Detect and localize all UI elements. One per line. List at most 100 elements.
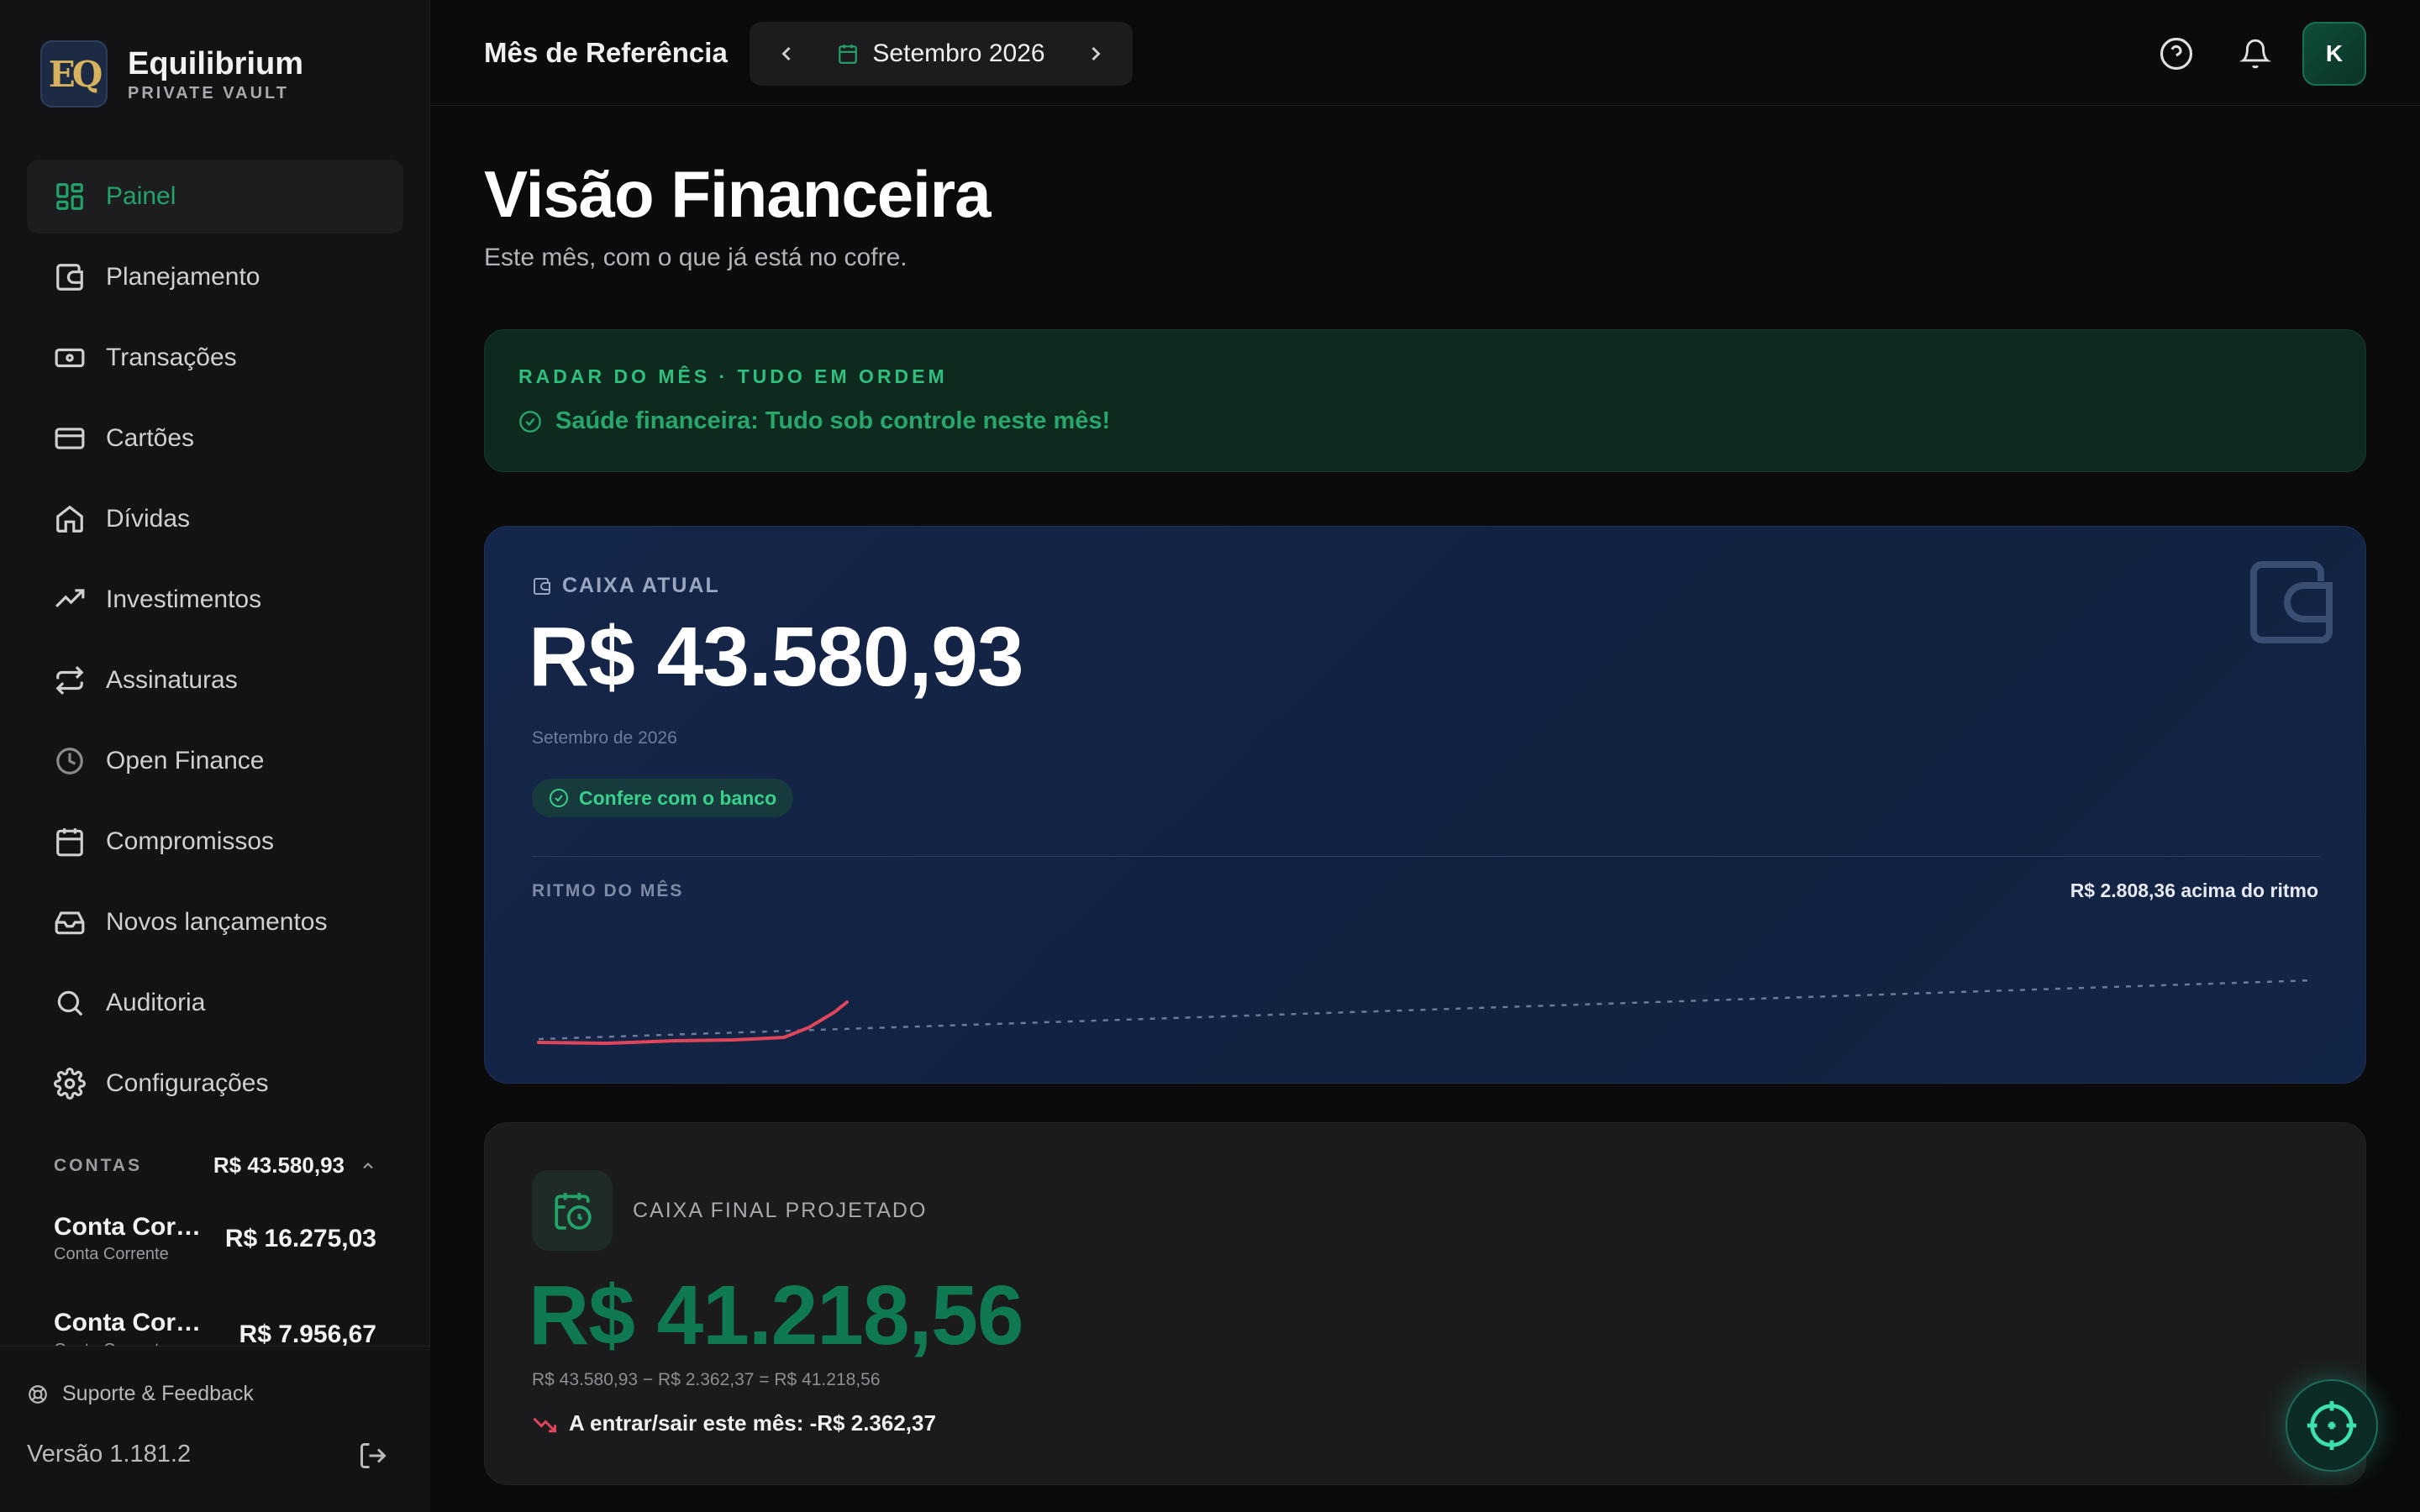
- sidebar-item-label: Investimentos: [106, 585, 262, 613]
- page-subtitle: Este mês, com o que já está no cofre.: [484, 244, 908, 271]
- sidebar-item-label: Dívidas: [106, 505, 191, 533]
- monthly-flow: A entrar/sair este mês: -R$ 2.362,37: [569, 1410, 936, 1436]
- lifebuoy-icon: [29, 1384, 47, 1404]
- radar-title: RADAR DO MÊS · TUDO EM ORDEM: [518, 365, 948, 387]
- wallet-icon: [2250, 561, 2333, 643]
- sidebar-item-label: Assinaturas: [106, 666, 238, 694]
- support-label: Suporte & Feedback: [62, 1382, 254, 1405]
- logout-button[interactable]: [358, 1441, 388, 1471]
- bank-match-badge: Confere com o banco: [532, 779, 794, 817]
- account-item[interactable]: Conta Corrente Conta Corrente R$ 16.275,…: [54, 1213, 376, 1264]
- sidebar-item-label: Painel: [106, 182, 176, 210]
- brand[interactable]: EQ Equilibrium PRIVATE VAULT: [40, 40, 303, 108]
- sidebar-item-label: Configurações: [106, 1069, 269, 1097]
- sidebar-item-planejamento[interactable]: Planejamento: [27, 240, 403, 314]
- sidebar-item-compromissos[interactable]: Compromissos: [27, 805, 403, 879]
- credit-card-icon: [55, 428, 85, 449]
- topbar: Mês de Referência Setembro 2026 K: [430, 0, 2420, 106]
- current-cash-date: Setembro de 2026: [532, 728, 677, 748]
- sidebar-item-dividas[interactable]: Dívidas: [27, 482, 403, 556]
- trending-up-icon: [55, 589, 85, 608]
- notifications-button[interactable]: [2223, 22, 2287, 86]
- dashboard-icon: [56, 183, 83, 210]
- calendar-icon: [839, 45, 858, 64]
- sidebar-item-auditoria[interactable]: Auditoria: [27, 966, 403, 1040]
- sidebar-item-painel[interactable]: Painel: [27, 160, 403, 234]
- accounts-total: R$ 43.580,93: [213, 1152, 345, 1178]
- bank-match-label: Confere com o banco: [579, 786, 777, 809]
- account-value: R$ 16.275,03: [224, 1224, 376, 1252]
- sidebar-item-label: Open Finance: [106, 747, 265, 774]
- current-cash-card: CAIXA ATUAL R$ 43.580,93 Setembro de 202…: [484, 526, 2366, 1084]
- repeat-icon: [55, 666, 84, 695]
- wallet-icon: [534, 577, 550, 595]
- projected-cash-label: CAIXA FINAL PROJETADO: [633, 1199, 928, 1222]
- support-link[interactable]: Suporte & Feedback: [27, 1382, 254, 1406]
- quick-action-button[interactable]: [2286, 1379, 2378, 1472]
- month-selector: Setembro 2026: [750, 22, 1133, 86]
- calendar-icon: [56, 828, 83, 857]
- month-pace-chart: [537, 979, 2314, 1046]
- home-icon: [56, 505, 83, 533]
- check-circle-icon: [519, 410, 541, 433]
- page-title: Visão Financeira: [484, 157, 992, 231]
- chevron-up-icon: [363, 1162, 373, 1168]
- projected-cash-formula: R$ 43.580,93 − R$ 2.362,37 = R$ 41.218,5…: [532, 1370, 881, 1389]
- sidebar-item-label: Transações: [106, 344, 237, 371]
- account-type: Conta Corrente: [54, 1245, 169, 1263]
- chevron-left-icon: [781, 46, 791, 61]
- current-cash-label: CAIXA ATUAL: [562, 574, 720, 597]
- target-icon: [2307, 1400, 2357, 1451]
- sidebar-footer: Suporte & Feedback Versão 1.181.2: [0, 1346, 430, 1512]
- sidebar-item-open-finance[interactable]: Open Finance: [27, 724, 403, 798]
- next-month-button[interactable]: [1084, 42, 1107, 66]
- banknote-icon: [55, 348, 85, 368]
- sidebar-item-label: Cartões: [106, 424, 195, 452]
- gear-icon: [54, 1068, 86, 1100]
- inbox-icon: [55, 911, 85, 935]
- month-picker[interactable]: Setembro 2026: [837, 39, 1045, 68]
- help-button[interactable]: [2144, 22, 2208, 86]
- wallet-icon: [56, 264, 83, 291]
- current-month: Setembro 2026: [872, 39, 1045, 67]
- sidebar-item-label: Novos lançamentos: [106, 908, 328, 936]
- prev-month-button[interactable]: [775, 42, 798, 66]
- current-cash-value: R$ 43.580,93: [529, 610, 1023, 704]
- sidebar-nav: Painel Planejamento Transações Cartões D…: [27, 160, 403, 1127]
- version-label: Versão 1.181.2: [27, 1441, 192, 1467]
- chevron-right-icon: [1092, 46, 1101, 61]
- pace-actual-line: [537, 1000, 849, 1046]
- open-finance-icon: [56, 748, 83, 774]
- reference-month-label: Mês de Referência: [484, 37, 728, 68]
- sidebar-item-label: Planejamento: [106, 263, 260, 291]
- radar-message: Saúde financeira: Tudo sob controle nest…: [555, 407, 1111, 434]
- sidebar: EQ Equilibrium PRIVATE VAULT Painel Plan…: [0, 0, 430, 1512]
- brand-name: Equilibrium: [128, 45, 303, 81]
- trending-down-icon: [533, 1417, 556, 1432]
- bell-icon: [2239, 39, 2271, 69]
- month-pace-delta: R$ 2.808,36 acima do ritmo: [2070, 879, 2318, 901]
- accounts-header[interactable]: CONTAS R$ 43.580,93: [54, 1152, 376, 1179]
- user-avatar[interactable]: K: [2302, 22, 2366, 86]
- sidebar-item-label: Auditoria: [106, 989, 206, 1016]
- sidebar-item-novos-lancamentos[interactable]: Novos lançamentos: [27, 885, 403, 959]
- radar-card: RADAR DO MÊS · TUDO EM ORDEM Saúde finan…: [484, 329, 2366, 472]
- sidebar-item-configuracoes[interactable]: Configurações: [27, 1047, 403, 1121]
- calendar-clock-icon: [532, 1170, 613, 1251]
- logo: EQ: [40, 40, 108, 108]
- account-name: Conta Corrente: [54, 1213, 205, 1241]
- help-icon: [2160, 37, 2193, 71]
- logout-icon: [360, 1443, 387, 1468]
- sidebar-item-investimentos[interactable]: Investimentos: [27, 563, 403, 637]
- sidebar-item-assinaturas[interactable]: Assinaturas: [27, 643, 403, 717]
- sidebar-item-cartoes[interactable]: Cartões: [27, 402, 403, 475]
- projected-cash-card: CAIXA FINAL PROJETADO R$ 41.218,56 R$ 43…: [484, 1122, 2366, 1485]
- card-divider: [532, 856, 2320, 857]
- projected-cash-value: R$ 41.218,56: [529, 1268, 1023, 1362]
- sidebar-item-label: Compromissos: [106, 827, 275, 855]
- account-value: R$ 7.956,67: [239, 1320, 376, 1348]
- month-pace-label: RITMO DO MÊS: [532, 881, 684, 900]
- sidebar-item-transacoes[interactable]: Transações: [27, 321, 403, 395]
- check-circle-icon: [550, 789, 568, 807]
- accounts-label: CONTAS: [54, 1155, 143, 1175]
